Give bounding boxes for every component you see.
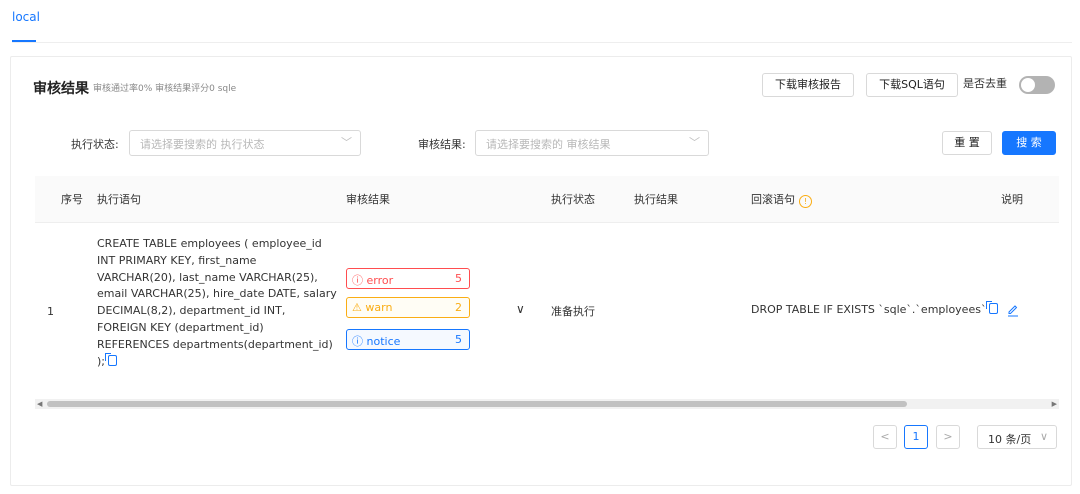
download-report-button[interactable]: 下载审核报告 [762, 73, 854, 97]
exec-status-label: 执行状态: [71, 138, 119, 151]
column-header-rollback: 回滚语句! [751, 191, 812, 208]
exec-status-select[interactable]: 请选择要搜索的 执行状态 ﹀ [129, 130, 361, 156]
info-icon[interactable]: ! [799, 195, 812, 208]
edit-icon[interactable] [1007, 303, 1019, 317]
audit-summary: 审核通过率0% 审核结果评分0 sqle [93, 84, 237, 94]
notice-count: 5 [455, 333, 462, 346]
rollback-sql: DROP TABLE IF EXISTS `sqle`.`employees` [751, 301, 999, 316]
chevron-down-icon: ﹀ [341, 136, 352, 149]
column-header-index: 序号 [61, 193, 83, 206]
exec-status-placeholder: 请选择要搜索的 执行状态 [140, 138, 265, 151]
sql-statement: CREATE TABLE employees ( employee_id INT… [97, 236, 337, 370]
download-sql-button[interactable]: 下载SQL语句 [866, 73, 958, 97]
info-icon: ⓘ [352, 335, 363, 348]
expand-chevron-icon[interactable]: ∨ [516, 302, 525, 316]
dedupe-toggle[interactable] [1019, 76, 1055, 94]
page-size-select[interactable]: 10 条/页 ∨ [977, 425, 1057, 449]
column-header-sql: 执行语句 [97, 193, 141, 206]
error-icon: ⓘ [352, 274, 363, 287]
column-header-exec-status: 执行状态 [551, 193, 595, 206]
column-header-exec-result: 执行结果 [634, 193, 678, 206]
prev-page-button[interactable]: < [873, 425, 897, 449]
page-1-button[interactable]: 1 [904, 425, 928, 449]
copy-icon[interactable] [105, 352, 117, 366]
column-header-audit-result: 审核结果 [346, 193, 390, 206]
exec-status-value: 准备执行 [551, 305, 595, 318]
search-button[interactable]: 搜 索 [1002, 131, 1056, 155]
table-header: 序号 执行语句 审核结果 执行状态 执行结果 回滚语句! 说明 [35, 176, 1059, 223]
reset-button[interactable]: 重 置 [942, 131, 992, 155]
next-page-button[interactable]: > [936, 425, 960, 449]
rollback-header-label: 回滚语句 [751, 193, 795, 206]
audit-tag-warn[interactable]: ⚠ warn 2 [346, 297, 470, 318]
dedupe-label: 是否去重 [963, 77, 1007, 90]
chevron-down-icon: ∨ [1039, 430, 1048, 443]
audit-result-placeholder: 请选择要搜索的 审核结果 [486, 138, 611, 151]
sql-line: VARCHAR(20), last_name VARCHAR(25), [97, 270, 318, 284]
audit-result-label: 审核结果: [418, 138, 466, 151]
column-header-note: 说明 [1001, 193, 1023, 206]
page-size-value: 10 条/页 [988, 433, 1032, 446]
tab-local[interactable]: local [12, 10, 40, 24]
scroll-left-icon[interactable]: ◀ [37, 399, 42, 409]
error-count: 5 [455, 272, 462, 285]
audit-tag-notice[interactable]: ⓘ notice 5 [346, 329, 470, 350]
scrollbar-thumb[interactable] [47, 401, 907, 407]
audit-result-card: 审核结果 审核通过率0% 审核结果评分0 sqle 下载审核报告 下载SQL语句… [10, 56, 1072, 486]
sql-line: ); [97, 354, 105, 368]
tab-bar: local [12, 10, 1072, 43]
warn-count: 2 [455, 301, 462, 314]
row-index: 1 [47, 305, 54, 318]
sql-line: INT PRIMARY KEY, first_name [97, 253, 257, 267]
copy-icon[interactable] [986, 301, 999, 314]
rollback-sql-text: DROP TABLE IF EXISTS `sqle`.`employees` [751, 303, 987, 316]
toggle-knob [1021, 78, 1035, 92]
card-title: 审核结果 [33, 81, 89, 97]
notice-label: notice [366, 335, 401, 348]
scroll-right-icon[interactable]: ▶ [1052, 399, 1057, 409]
chevron-down-icon: ﹀ [689, 136, 700, 149]
warning-icon: ⚠ [352, 301, 362, 314]
sql-line: CREATE TABLE employees ( employee_id [97, 237, 322, 250]
error-label: error [366, 274, 394, 287]
sql-line: email VARCHAR(25), hire_date DATE, salar… [97, 287, 337, 301]
sql-line: DECIMAL(8,2), department_id INT, [97, 304, 286, 318]
warn-label: warn [365, 301, 393, 314]
horizontal-scrollbar[interactable]: ◀ ▶ [35, 399, 1059, 409]
audit-result-select[interactable]: 请选择要搜索的 审核结果 ﹀ [475, 130, 709, 156]
sql-line: REFERENCES departments(department_id) [97, 337, 333, 351]
sql-line: FOREIGN KEY (department_id) [97, 320, 264, 334]
audit-tag-error[interactable]: ⓘ error 5 [346, 268, 470, 289]
tab-active-indicator [12, 40, 36, 42]
